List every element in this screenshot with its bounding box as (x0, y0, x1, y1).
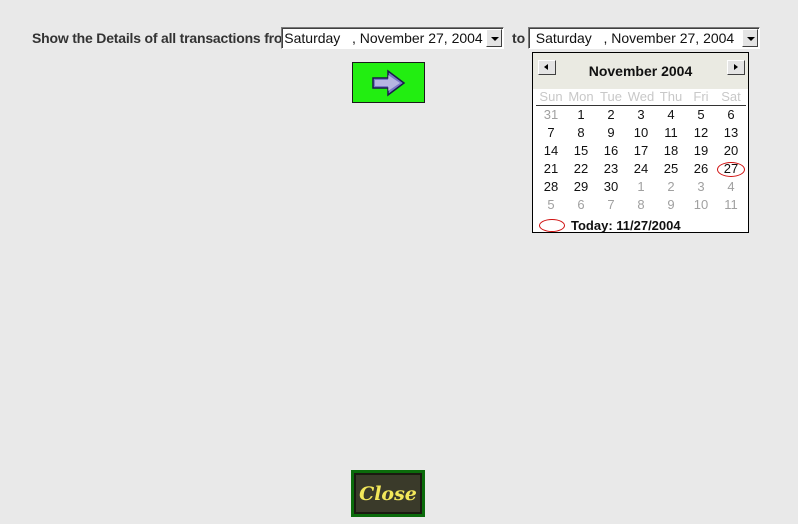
calendar-day-other-month[interactable]: 10 (686, 196, 716, 214)
calendar-week-row: 7 8 9 10 11 12 13 (536, 124, 746, 142)
calendar-day[interactable]: 9 (596, 124, 626, 142)
calendar-day[interactable]: 26 (686, 160, 716, 178)
calendar-day[interactable]: 3 (626, 106, 656, 124)
next-month-button[interactable] (727, 60, 745, 75)
calendar-week-row: 31 1 2 3 4 5 6 (536, 106, 746, 124)
calendar-day[interactable]: 10 (626, 124, 656, 142)
calendar-day[interactable]: 12 (686, 124, 716, 142)
right-arrow-icon (372, 69, 406, 97)
calendar-day[interactable]: 21 (536, 160, 566, 178)
to-date-picker[interactable]: Saturday , November 27, 2004 (528, 27, 760, 49)
calendar-day[interactable]: 4 (656, 106, 686, 124)
calendar-day[interactable]: 1 (566, 106, 596, 124)
calendar-grid: Sun Mon Tue Wed Thu Fri Sat 31 1 2 3 4 5 6 7 8 9 10 11 12 1… (536, 89, 746, 214)
calendar-day[interactable]: 29 (566, 178, 596, 196)
calendar-day[interactable]: 18 (656, 142, 686, 160)
close-button-label: Close (359, 482, 417, 505)
today-marker-icon (539, 218, 565, 232)
calendar-day-other-month[interactable]: 7 (596, 196, 626, 214)
calendar-day-other-month[interactable]: 1 (626, 178, 656, 196)
calendar-day[interactable]: 7 (536, 124, 566, 142)
day-of-week-label: Wed (627, 89, 655, 104)
from-date-value: Saturday , November 27, 2004 (284, 30, 483, 46)
day-of-week-label: Mon (568, 89, 594, 104)
calendar-dropdown: November 2004 Sun Mon Tue Wed Thu Fri Sat 31 1 2… (532, 52, 749, 233)
calendar-day[interactable]: 2 (596, 106, 626, 124)
from-date-dropdown-button[interactable] (486, 29, 502, 47)
calendar-day[interactable]: 14 (536, 142, 566, 160)
calendar-day[interactable]: 24 (626, 160, 656, 178)
close-button[interactable]: Close (351, 470, 425, 517)
calendar-day[interactable]: 28 (536, 178, 566, 196)
calendar-week-row: 28 29 30 1 2 3 4 (536, 178, 746, 196)
calendar-day[interactable]: 19 (686, 142, 716, 160)
day-of-week-label: Tue (600, 89, 622, 104)
calendar-day[interactable]: 16 (596, 142, 626, 160)
calendar-header: November 2004 (533, 53, 748, 89)
calendar-day-other-month[interactable]: 11 (716, 196, 746, 214)
day-of-week-label: Thu (659, 89, 683, 104)
calendar-month-title: November 2004 (588, 63, 693, 79)
days-of-week-row: Sun Mon Tue Wed Thu Fri Sat (536, 89, 746, 106)
calendar-day-other-month[interactable]: 6 (566, 196, 596, 214)
day-of-week-label: Sat (721, 89, 741, 104)
calendar-week-row: 5 6 7 8 9 10 11 (536, 196, 746, 214)
to-date-value: Saturday , November 27, 2004 (535, 30, 735, 46)
calendar-day-other-month[interactable]: 3 (686, 178, 716, 196)
calendar-day-other-month[interactable]: 9 (656, 196, 686, 214)
today-label: Today: 11/27/2004 (571, 217, 681, 233)
day-of-week-label: Fri (693, 89, 709, 104)
calendar-week-row: 21 22 23 24 25 26 27 (536, 160, 746, 178)
calendar-day-other-month[interactable]: 2 (656, 178, 686, 196)
calendar-day[interactable]: 5 (686, 106, 716, 124)
to-date-dropdown-button[interactable] (742, 29, 758, 47)
calendar-day-other-month[interactable]: 5 (536, 196, 566, 214)
calendar-day[interactable]: 20 (716, 142, 746, 160)
calendar-day-other-month[interactable]: 31 (536, 106, 566, 124)
calendar-day[interactable]: 22 (566, 160, 596, 178)
calendar-day[interactable]: 17 (626, 142, 656, 160)
calendar-day[interactable]: 27 (716, 160, 746, 178)
calendar-weeks: 31 1 2 3 4 5 6 7 8 9 10 11 12 13 14 15 16 17 18 19 20 21 22 23 2… (536, 106, 746, 214)
calendar-day[interactable]: 6 (716, 106, 746, 124)
calendar-day[interactable]: 30 (596, 178, 626, 196)
calendar-day[interactable]: 13 (716, 124, 746, 142)
calendar-day[interactable]: 23 (596, 160, 626, 178)
calendar-day[interactable]: 8 (566, 124, 596, 142)
calendar-day[interactable]: 15 (566, 142, 596, 160)
calendar-day[interactable]: 11 (656, 124, 686, 142)
today-link[interactable]: Today: 11/27/2004 (539, 217, 681, 233)
calendar-week-row: 14 15 16 17 18 19 20 (536, 142, 746, 160)
calendar-day-other-month[interactable]: 4 (716, 178, 746, 196)
day-of-week-label: Sun (539, 89, 563, 104)
to-label: to (512, 30, 526, 46)
calendar-day[interactable]: 25 (656, 160, 686, 178)
go-button[interactable] (352, 62, 425, 103)
calendar-day-other-month[interactable]: 8 (626, 196, 656, 214)
from-date-picker[interactable]: Saturday , November 27, 2004 (281, 27, 504, 49)
transactions-range-label: Show the Details of all transactions fro… (32, 30, 295, 46)
